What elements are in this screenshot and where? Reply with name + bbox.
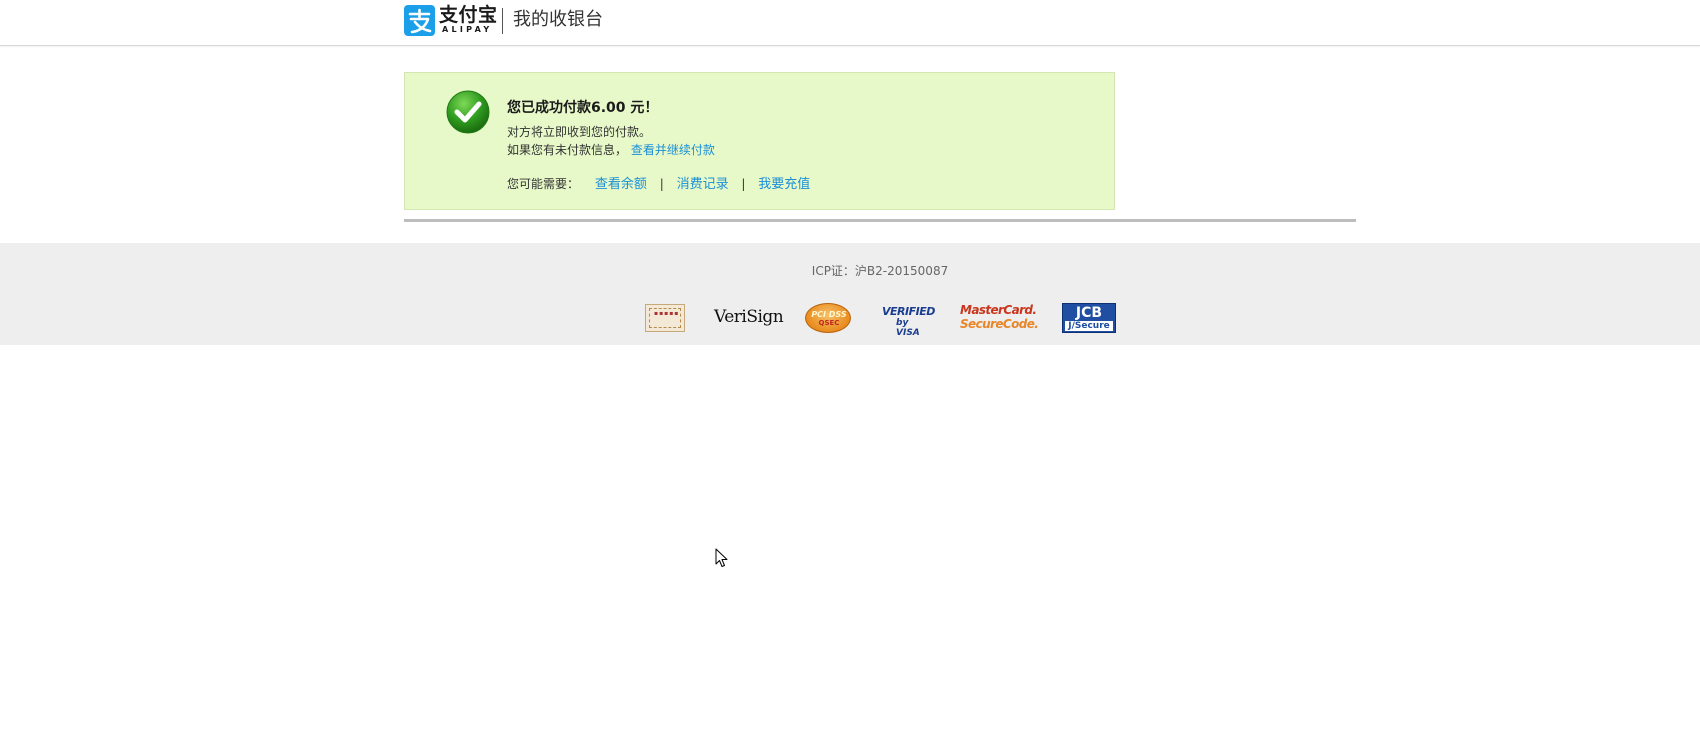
top-up-link[interactable]: 我要充值	[758, 177, 810, 192]
jcb-line1: JCB	[1075, 305, 1103, 321]
icp-license: ICP证：沪B2-20150087	[811, 264, 949, 278]
transaction-history-link[interactable]: 消费记录	[677, 177, 729, 192]
payee-notice: 对方将立即收到您的付款。	[507, 125, 652, 139]
footer: ICP证：沪B2-20150087 ▪▪▪▪▪ VeriSign PCI DSS…	[0, 243, 1700, 345]
mastercard-line1: MasterCard.	[960, 303, 1037, 317]
pci-dss-label: PCI DSS	[811, 310, 847, 319]
success-title: 您已成功付款6.00 元！	[507, 100, 659, 116]
view-continue-payment-link[interactable]: 查看并继续付款	[631, 143, 715, 157]
jcb-jsecure-badge[interactable]: JCB J/Secure	[1062, 303, 1116, 333]
link-separator: |	[659, 177, 664, 191]
logo-text-cn: 支付宝	[439, 4, 498, 26]
mastercard-line2: SecureCode.	[960, 317, 1039, 331]
content-divider	[404, 219, 1356, 222]
header-divider	[502, 8, 503, 34]
verisign-badge[interactable]: VeriSign	[714, 302, 784, 332]
view-balance-link[interactable]: 查看余额	[595, 177, 647, 192]
payment-success-panel: 您已成功付款6.00 元！ 对方将立即收到您的付款。 如果您有未付款信息， 查看…	[404, 72, 1115, 210]
visa-line2: by VISA	[896, 318, 920, 338]
mouse-cursor-icon	[715, 548, 729, 568]
quick-links-label: 您可能需要：	[507, 177, 580, 191]
unpaid-notice: 如果您有未付款信息， 查看并继续付款	[507, 142, 715, 158]
header: 支付宝 ALIPAY 我的收银台	[0, 0, 1700, 46]
certificate-badge-icon[interactable]: ▪▪▪▪▪	[645, 304, 685, 332]
security-badges: ▪▪▪▪▪ VeriSign PCI DSS QSEC VERIFIED by …	[0, 302, 1700, 338]
unpaid-notice-text: 如果您有未付款信息，	[507, 143, 628, 157]
visa-line1: VERIFIED	[882, 305, 935, 318]
alipay-logo[interactable]: 支付宝 ALIPAY	[404, 4, 497, 36]
verified-by-visa-badge[interactable]: VERIFIED by VISA	[882, 303, 935, 338]
quick-links: 您可能需要： 查看余额 | 消费记录 | 我要充值	[507, 176, 810, 193]
pci-dss-badge[interactable]: PCI DSS QSEC	[805, 303, 851, 333]
mastercard-securecode-badge[interactable]: MasterCard. SecureCode.	[960, 302, 1039, 332]
logo-text-en: ALIPAY	[442, 25, 493, 34]
page-title: 我的收银台	[513, 9, 603, 30]
success-check-icon	[446, 90, 490, 134]
pci-dss-sub: QSEC	[818, 319, 840, 327]
link-separator: |	[741, 177, 746, 191]
alipay-logo-icon	[404, 5, 435, 36]
jcb-line2: J/Secure	[1065, 321, 1113, 331]
